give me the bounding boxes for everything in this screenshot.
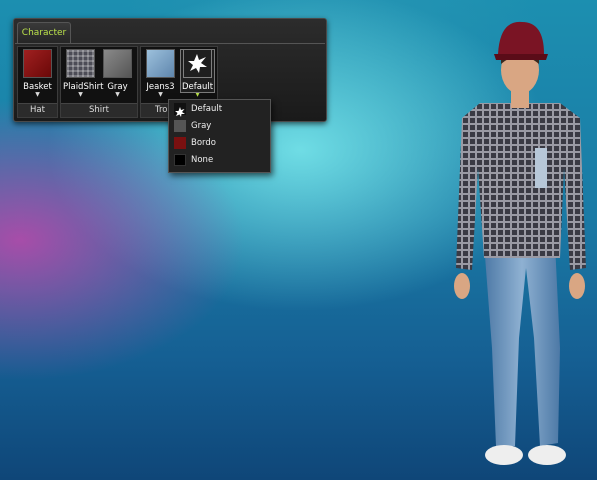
plaid-shirt xyxy=(456,103,586,270)
dropdown-option-default[interactable]: Default xyxy=(169,100,270,117)
shirt-color-swatch xyxy=(103,49,132,78)
hat xyxy=(498,21,544,54)
chevron-down-icon[interactable]: ▼ xyxy=(143,92,178,98)
group-hat: Basket ▼ Hat xyxy=(17,46,58,118)
color-dropdown-menu: Default Gray Bordo None xyxy=(168,99,271,173)
dropdown-option-bordo[interactable]: Bordo xyxy=(169,134,270,151)
tab-divider xyxy=(15,43,325,44)
none-swatch xyxy=(174,153,186,166)
trousers-jeans-selector[interactable]: Jeans3 ▼ xyxy=(143,49,178,98)
option-label: None xyxy=(191,154,214,165)
character-model xyxy=(454,21,586,465)
chevron-down-icon[interactable]: ▼ xyxy=(63,92,98,98)
option-label: Bordo xyxy=(191,137,216,148)
right-shoe xyxy=(528,445,566,465)
shirt-plaid-selector[interactable]: PlaidShirt ▼ xyxy=(63,49,103,98)
chevron-down-icon[interactable]: ▼ xyxy=(100,92,135,98)
group-label-hat: Hat xyxy=(18,103,57,117)
option-label: Gray xyxy=(191,120,212,131)
shirt-swatch xyxy=(66,49,95,78)
option-label: Default xyxy=(191,103,223,114)
group-label-shirt: Shirt xyxy=(61,103,137,117)
dropdown-option-gray[interactable]: Gray xyxy=(169,117,270,134)
tab-character[interactable]: Character xyxy=(17,22,71,43)
hat-basket-selector[interactable]: Basket ▼ xyxy=(20,49,55,98)
selected-highlight xyxy=(180,49,215,93)
group-shirt: PlaidShirt ▼ Gray ▼ Shirt xyxy=(60,46,138,118)
gray-swatch xyxy=(174,119,186,132)
shirt-color-selector[interactable]: Gray ▼ xyxy=(100,49,135,98)
trousers-color-selector[interactable]: Default ▼ xyxy=(180,49,215,98)
hat-swatch xyxy=(23,49,52,78)
trousers-swatch xyxy=(146,49,175,78)
star-splat-icon xyxy=(174,102,186,117)
dropdown-option-none[interactable]: None xyxy=(169,151,270,168)
bordo-swatch xyxy=(174,136,186,149)
left-shoe xyxy=(485,445,523,465)
chevron-down-icon[interactable]: ▼ xyxy=(20,92,55,98)
jeans xyxy=(484,243,560,446)
